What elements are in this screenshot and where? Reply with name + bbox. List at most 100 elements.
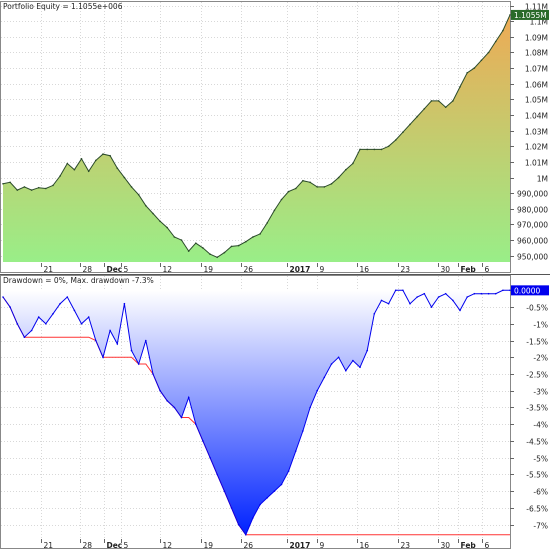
data-point [130,349,133,352]
y-tick-label: 1.01M [525,159,548,168]
data-point [309,406,311,409]
data-point [2,296,4,298]
data-point [416,296,419,298]
data-point [80,323,83,325]
y-tick-label: -1.5% [526,338,548,347]
data-point [195,242,197,244]
data-point [316,389,319,392]
data-point [159,389,161,392]
data-point [202,440,204,442]
data-point [280,483,283,486]
data-point [230,245,233,248]
data-point [30,329,33,332]
data-point [109,329,111,332]
data-point [380,148,383,151]
data-point [45,187,47,190]
data-point [109,154,111,157]
data-point [409,302,411,305]
x-tick-label: 2017 [290,265,311,274]
data-point [259,233,261,235]
data-point [466,296,469,298]
data-point [16,189,19,191]
y-tick-label: -4.5% [526,438,548,447]
data-point [394,139,397,141]
y-tick-label: -4% [533,421,548,430]
data-point [59,302,61,305]
data-point [23,336,26,339]
x-tick-label: 19 [204,265,214,274]
data-point [387,145,390,148]
data-point [80,158,83,160]
data-point [209,456,211,459]
data-point [237,523,240,526]
data-point [266,222,269,224]
x-tick-label: Feb [461,265,477,274]
data-point [9,306,11,308]
data-point [373,313,376,315]
last-value-label: 0.0000 [514,286,540,295]
data-point [337,176,340,179]
x-tick-label: 21 [44,265,54,274]
data-point [173,236,176,238]
data-point [502,289,504,292]
x-tick-label: 30 [441,265,451,274]
data-point [430,306,433,308]
data-point [302,179,304,182]
y-tick-label: 1.06M [525,81,548,90]
data-point [137,363,140,365]
data-point [152,212,154,215]
data-point [9,181,11,184]
data-point [316,186,319,188]
data-point [352,162,354,165]
data-point [95,159,97,162]
data-point [152,373,154,375]
data-point [73,168,76,171]
data-point [487,292,490,295]
data-point [259,503,261,506]
data-point [473,292,476,295]
y-tick-label: 1.03M [525,128,548,137]
data-point [66,296,69,298]
data-point [159,220,161,223]
data-point [95,339,97,342]
y-tick-label: -5.5% [526,471,548,480]
data-point [187,396,190,399]
x-tick-label: 6 [485,265,490,274]
data-point [345,168,347,171]
data-point [373,148,376,151]
data-point [452,299,454,302]
data-point [166,226,168,229]
data-point [444,106,447,108]
data-point [230,507,233,509]
data-point [187,250,190,252]
data-point [66,162,69,165]
data-point [402,131,404,133]
y-tick-label: -0.5% [526,304,548,313]
data-point [287,470,290,472]
data-point [380,299,383,302]
data-point [52,184,54,187]
data-point [444,292,447,295]
data-point [437,296,440,298]
data-point [102,356,104,359]
data-point [423,292,426,295]
y-tick-label: -6.5% [526,505,548,514]
data-point [487,51,490,54]
data-point [273,209,276,212]
data-point [330,363,333,365]
y-tick-label: 1.02M [525,143,548,152]
data-point [202,247,204,249]
data-point [180,416,183,419]
data-point [87,316,90,318]
y-tick-label: 950,000 [517,253,548,262]
x-tick-label: 2017 [290,541,311,550]
y-tick-label: -5% [533,455,548,464]
data-point [273,490,276,492]
chart-svg: 950,000 960,000 970,000 980,000 990,000 1M 1.0… [0,0,550,550]
y-tick-label: -2.5% [526,371,548,380]
data-point [223,490,226,492]
y-tick-label: 1.08M [525,49,548,58]
x-tick-label: 5 [124,265,129,274]
data-point [466,72,469,74]
data-point [195,423,197,426]
